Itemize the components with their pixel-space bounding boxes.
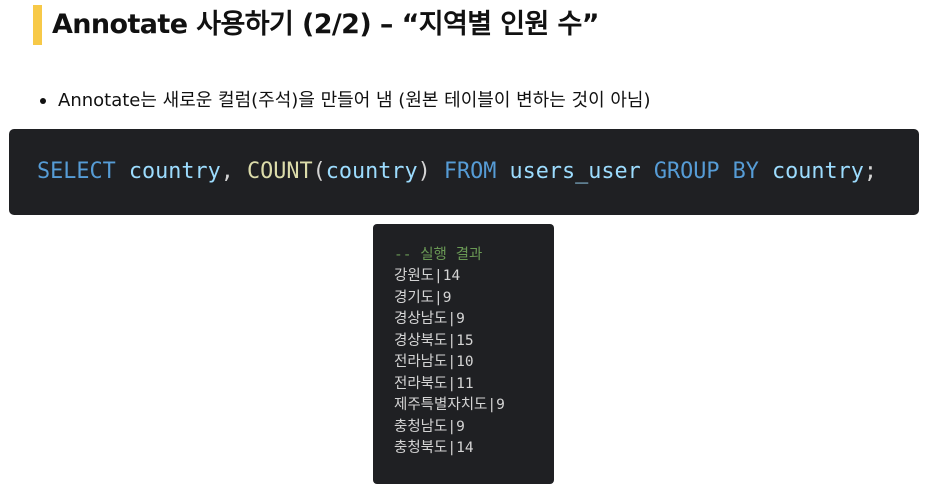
code-token: ; xyxy=(863,159,877,184)
result-row: 경기도|9 xyxy=(394,289,452,306)
code-token: ( xyxy=(312,159,326,184)
query-result-block: -- 실행 결과 강원도|14 경기도|9 경상남도|9 경상북도|15 전라남도|10… xyxy=(373,224,554,484)
result-row: 경상남도|9 xyxy=(394,311,465,327)
code-token: , xyxy=(220,159,247,184)
code-token: country xyxy=(771,159,864,184)
result-row: 강원도|14 xyxy=(394,268,461,284)
code-token: FROM xyxy=(443,159,497,184)
code-token: GROUP xyxy=(653,159,720,184)
result-comment: -- 실행 결과 xyxy=(394,247,483,263)
sql-code-block: SELECT country, COUNT(country) FROM user… xyxy=(9,129,919,215)
bullet-dot-icon xyxy=(40,98,46,104)
result-list: 강원도|14 경기도|9 경상남도|9 경상북도|15 전라남도|10 전라북도|11 제주… xyxy=(394,266,505,460)
code-token: BY xyxy=(732,159,759,184)
result-row: 제주특별자치도|9 xyxy=(394,397,505,413)
code-token: users_user xyxy=(509,159,641,184)
code-token: SELECT xyxy=(37,159,116,184)
result-row: 경상북도|15 xyxy=(394,332,474,349)
code-token: COUNT xyxy=(247,159,313,184)
result-row: 전라북도|11 xyxy=(394,375,474,392)
code-token: ) xyxy=(417,159,431,184)
bullet-text: Annotate는 새로운 컬럼(주석)을 만들어 냄 (원본 테이블이 변하는… xyxy=(58,90,651,111)
result-row: 충청남도|9 xyxy=(394,418,465,435)
result-row: 충청북도|14 xyxy=(394,440,474,456)
code-token: country xyxy=(325,159,418,184)
result-row: 전라남도|10 xyxy=(394,354,474,370)
bullet-item: Annotate는 새로운 컬럼(주석)을 만들어 냄 (원본 테이블이 변하는… xyxy=(40,88,651,114)
code-token: country xyxy=(128,159,221,184)
title-accent-bar xyxy=(33,5,42,45)
sql-code-line: SELECT country, COUNT(country) FROM user… xyxy=(37,155,877,189)
slide-title: Annotate 사용하기 (2/2) – “지역별 인원 수” xyxy=(52,9,600,40)
